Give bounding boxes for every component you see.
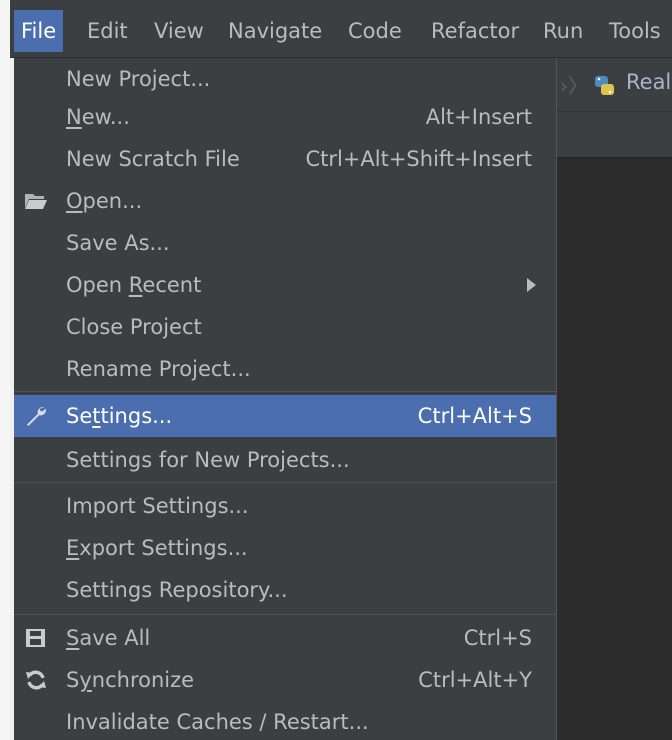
menu-separator	[14, 614, 556, 615]
menu-separator	[14, 482, 556, 483]
menu-item-synchronize[interactable]: Synchronize Ctrl+Alt+Y	[14, 659, 556, 701]
main-menu-bar: File Edit View Navigate Code Refactor Ru…	[10, 0, 672, 58]
editor-area	[556, 58, 672, 740]
python-project-icon	[592, 74, 618, 102]
menu-item-label: Close Project	[66, 315, 202, 339]
menu-item-label: Settings...	[66, 404, 173, 428]
menu-run[interactable]: Run	[536, 10, 590, 52]
menu-item-open[interactable]: Open...	[14, 180, 556, 222]
synchronize-icon	[24, 668, 48, 692]
menu-refactor[interactable]: Refactor	[424, 10, 526, 52]
menu-item-export-settings[interactable]: Export Settings...	[14, 527, 556, 569]
navigation-bar: ›〉 Real	[556, 58, 672, 112]
file-menu-dropdown: New Project... New... Alt+Insert New Scr…	[14, 58, 557, 740]
menu-item-shortcut: Ctrl+Alt+Y	[418, 668, 532, 692]
menu-item-label: Open Recent	[66, 273, 202, 297]
menu-edit[interactable]: Edit	[80, 10, 135, 52]
breadcrumb-project[interactable]: Real	[626, 70, 671, 94]
menu-item-label: Save All	[66, 626, 151, 650]
save-all-icon	[24, 626, 48, 650]
menu-item-close-project[interactable]: Close Project	[14, 306, 556, 348]
menu-item-label: Settings for New Projects...	[66, 448, 350, 472]
menu-item-label: Export Settings...	[66, 536, 248, 560]
menu-item-shortcut: Ctrl+S	[463, 626, 532, 650]
menu-item-shortcut: Alt+Insert	[425, 105, 532, 129]
menu-item-label: New Project...	[66, 67, 211, 91]
menu-item-label: New...	[66, 105, 130, 129]
menu-item-save-as[interactable]: Save As...	[14, 222, 556, 264]
menu-item-invalidate-caches[interactable]: Invalidate Caches / Restart...	[14, 701, 556, 740]
menu-file[interactable]: File	[14, 10, 64, 52]
menu-tools[interactable]: Tools	[602, 10, 668, 52]
menu-code[interactable]: Code	[341, 10, 409, 52]
menu-item-rename-project[interactable]: Rename Project...	[14, 348, 556, 390]
menu-item-settings-for-new-projects[interactable]: Settings for New Projects...	[14, 439, 556, 481]
menu-view[interactable]: View	[147, 10, 211, 52]
menu-item-label: Settings Repository...	[66, 578, 288, 602]
menu-item-label: Synchronize	[66, 668, 195, 692]
menu-item-open-recent[interactable]: Open Recent	[14, 264, 556, 306]
menu-item-new-scratch-file[interactable]: New Scratch File Ctrl+Alt+Shift+Insert	[14, 138, 556, 180]
menu-item-new-project[interactable]: New Project...	[14, 58, 556, 100]
menu-item-label: Import Settings...	[66, 494, 249, 518]
menu-item-new[interactable]: New... Alt+Insert	[14, 96, 556, 138]
menu-item-label: New Scratch File	[66, 147, 240, 171]
folder-open-icon	[24, 189, 48, 213]
submenu-arrow-icon	[527, 278, 536, 292]
menu-item-label: Open...	[66, 189, 143, 213]
menu-item-label: Invalidate Caches / Restart...	[66, 710, 369, 734]
menu-item-shortcut: Ctrl+Alt+Shift+Insert	[305, 147, 532, 171]
menu-item-label: Save As...	[66, 231, 170, 255]
breadcrumb-separator-icon: ›〉	[560, 74, 588, 98]
menu-separator	[14, 391, 556, 392]
menu-item-import-settings[interactable]: Import Settings...	[14, 485, 556, 527]
editor-tabs-strip	[556, 112, 672, 158]
window-left-edge	[0, 0, 10, 740]
menu-item-label: Rename Project...	[66, 357, 251, 381]
menu-item-shortcut: Ctrl+Alt+S	[417, 404, 532, 428]
menu-item-settings[interactable]: Settings... Ctrl+Alt+S	[14, 395, 556, 437]
menu-item-settings-repository[interactable]: Settings Repository...	[14, 569, 556, 611]
wrench-icon	[24, 404, 48, 428]
menu-item-save-all[interactable]: Save All Ctrl+S	[14, 617, 556, 659]
menu-navigate[interactable]: Navigate	[221, 10, 329, 52]
